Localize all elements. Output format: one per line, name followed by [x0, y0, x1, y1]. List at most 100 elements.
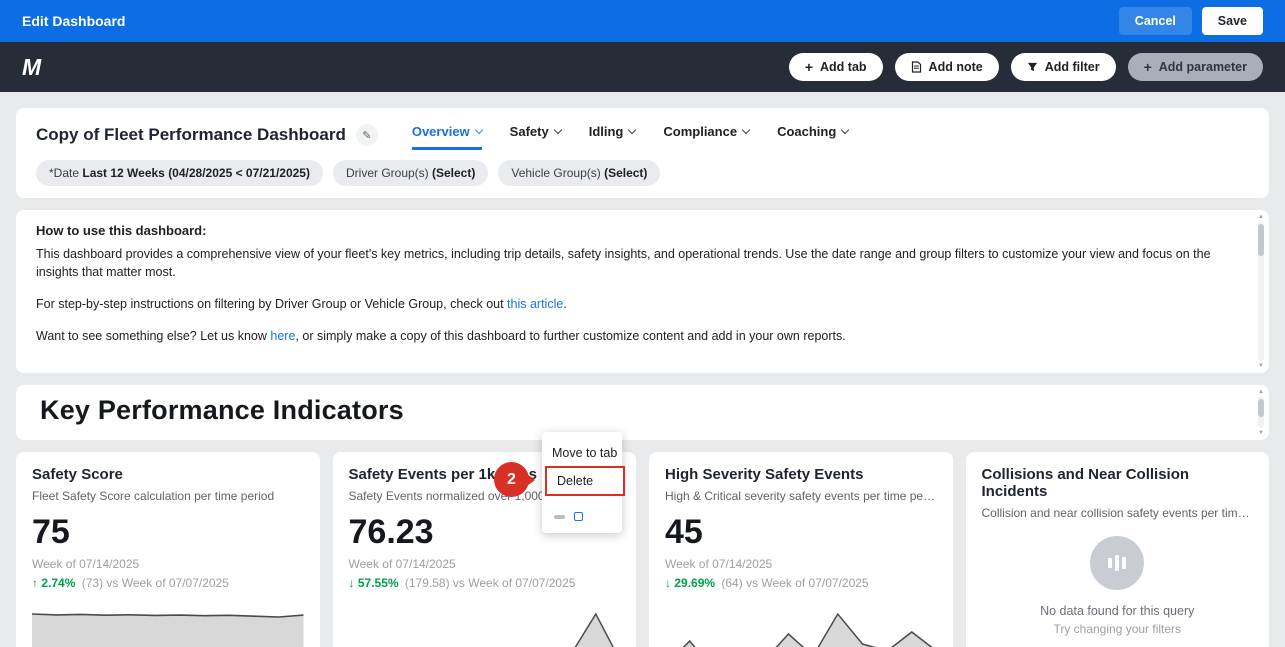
- delta-comparison: (64) vs Week of 07/07/2025: [721, 576, 868, 590]
- note-heading: How to use this dashboard:: [36, 222, 1235, 241]
- scroll-up-icon[interactable]: ▲: [1258, 388, 1264, 396]
- cancel-button[interactable]: Cancel: [1119, 7, 1192, 35]
- this-article-link[interactable]: this article: [507, 297, 563, 311]
- app-bar-actions: + Add tab Add note Add filter + Add para…: [789, 53, 1263, 81]
- add-note-label: Add note: [929, 60, 983, 74]
- high-severity-area-chart: [665, 604, 937, 647]
- filter-value: (Select): [432, 166, 475, 180]
- filter-pill-date[interactable]: *Date Last 12 Weeks (04/28/2025 < 07/21/…: [36, 160, 323, 186]
- dashboard-tabs: Overview Safety Idling Compliance Coachi…: [412, 120, 848, 150]
- trend-up-icon: ↑: [32, 576, 38, 590]
- dashboard-header-card: Copy of Fleet Performance Dashboard ✎ Ov…: [16, 108, 1269, 198]
- kpi-period: Week of 07/14/2025: [665, 557, 937, 571]
- delta-percent: 29.69%: [674, 576, 715, 590]
- note-paragraph: Want to see something else? Let us know …: [36, 327, 1235, 345]
- save-button[interactable]: Save: [1202, 7, 1263, 35]
- filter-pill-driver-group[interactable]: Driver Group(s) (Select): [333, 160, 488, 186]
- safety-events-area-chart: [349, 604, 621, 647]
- add-tab-label: Add tab: [820, 60, 867, 74]
- edit-actions: Cancel Save: [1119, 7, 1263, 35]
- kpi-subtitle: Collision and near collision safety even…: [982, 506, 1254, 520]
- delta-percent: 2.74%: [41, 576, 75, 590]
- tab-coaching[interactable]: Coaching: [777, 120, 848, 150]
- tab-idling[interactable]: Idling: [589, 120, 636, 150]
- delta-comparison: (179.58) vs Week of 07/07/2025: [405, 576, 576, 590]
- kpi-delta: ↑ 2.74% (73) vs Week of 07/07/2025: [32, 576, 304, 590]
- chevron-down-icon: [742, 126, 750, 134]
- scrollbar-track[interactable]: [1258, 222, 1264, 361]
- kpi-period: Week of 07/14/2025: [349, 557, 621, 571]
- note-paragraph: For step-by-step instructions on filteri…: [36, 295, 1235, 313]
- note-icon: [911, 61, 922, 73]
- minus-icon[interactable]: [554, 515, 565, 519]
- filter-pills: *Date Last 12 Weeks (04/28/2025 < 07/21/…: [36, 160, 1249, 186]
- scroll-up-icon[interactable]: ▲: [1258, 213, 1264, 221]
- note-scrollbar[interactable]: ▲ ▼: [1256, 213, 1266, 370]
- bar-chart-icon: [1090, 536, 1144, 590]
- note-text: .: [563, 297, 566, 311]
- scrollbar-thumb[interactable]: [1258, 399, 1264, 417]
- tab-overview[interactable]: Overview: [412, 120, 482, 150]
- app-bar: M + Add tab Add note Add filter + Add pa…: [0, 42, 1285, 92]
- kpi-delta: ↓ 29.69% (64) vs Week of 07/07/2025: [665, 576, 937, 590]
- scroll-down-icon[interactable]: ▼: [1258, 362, 1264, 370]
- chevron-down-icon: [474, 126, 482, 134]
- kpi-value: 75: [32, 515, 304, 549]
- filter-prefix: Vehicle Group(s): [511, 166, 604, 180]
- add-tab-button[interactable]: + Add tab: [789, 53, 883, 81]
- delta-comparison: (73) vs Week of 07/07/2025: [82, 576, 229, 590]
- no-data-message: No data found for this query: [982, 604, 1254, 618]
- dashboard-content: Copy of Fleet Performance Dashboard ✎ Ov…: [0, 92, 1285, 647]
- tab-safety[interactable]: Safety: [510, 120, 561, 150]
- edit-dashboard-title: Edit Dashboard: [22, 13, 125, 29]
- add-filter-label: Add filter: [1045, 60, 1100, 74]
- filter-prefix: *Date: [49, 166, 82, 180]
- kpi-delta: ↓ 57.55% (179.58) vs Week of 07/07/2025: [349, 576, 621, 590]
- motive-logo: M: [22, 54, 40, 81]
- filter-value: Last 12 Weeks (04/28/2025 < 07/21/2025): [82, 166, 310, 180]
- kpi-subtitle: Fleet Safety Score calculation per time …: [32, 489, 304, 503]
- delta-percent: 57.55%: [358, 576, 399, 590]
- filter-value: (Select): [604, 166, 647, 180]
- edit-toolbar: Edit Dashboard Cancel Save: [0, 0, 1285, 42]
- tab-label: Safety: [510, 124, 549, 139]
- title-row: Copy of Fleet Performance Dashboard ✎ Ov…: [36, 120, 1249, 150]
- no-data-hint: Try changing your filters: [982, 622, 1254, 636]
- here-link[interactable]: here: [270, 329, 295, 343]
- kpi-subtitle: High & Critical severity safety events p…: [665, 489, 937, 503]
- scrollbar-track[interactable]: [1258, 397, 1264, 428]
- filter-prefix: Driver Group(s): [346, 166, 432, 180]
- annotation-highlight-box: Delete: [545, 466, 625, 496]
- screen: Edit Dashboard Cancel Save M + Add tab A…: [0, 0, 1285, 647]
- kpi-period: Week of 07/14/2025: [32, 557, 304, 571]
- kpi-title: Safety Score: [32, 466, 304, 483]
- menu-footer: [542, 512, 622, 521]
- scroll-down-icon[interactable]: ▼: [1258, 429, 1264, 437]
- funnel-icon: [1027, 62, 1038, 73]
- checkbox-icon[interactable]: [574, 512, 583, 521]
- section-scrollbar[interactable]: ▲ ▼: [1256, 388, 1266, 437]
- no-data-state: No data found for this query Try changin…: [982, 536, 1254, 636]
- note-card: How to use this dashboard: This dashboar…: [16, 210, 1269, 373]
- edit-title-pencil-icon[interactable]: ✎: [356, 124, 378, 146]
- step-number: 2: [507, 471, 516, 489]
- note-text: For step-by-step instructions on filteri…: [36, 297, 507, 311]
- kpi-card-safety-score: Safety Score Fleet Safety Score calculat…: [16, 452, 320, 647]
- dashboard-title: Copy of Fleet Performance Dashboard: [36, 125, 346, 145]
- kpi-title: High Severity Safety Events: [665, 466, 937, 483]
- plus-icon: +: [805, 62, 813, 72]
- add-filter-button[interactable]: Add filter: [1011, 53, 1116, 81]
- note-text: Want to see something else? Let us know: [36, 329, 270, 343]
- add-parameter-button[interactable]: + Add parameter: [1128, 53, 1263, 81]
- trend-down-icon: ↓: [665, 576, 671, 590]
- menu-item-delete[interactable]: Delete: [547, 468, 623, 494]
- menu-item-move-to-tab[interactable]: Move to tab: [542, 440, 622, 466]
- add-note-button[interactable]: Add note: [895, 53, 999, 81]
- scrollbar-thumb[interactable]: [1258, 224, 1264, 256]
- note-paragraph: This dashboard provides a comprehensive …: [36, 245, 1235, 281]
- tab-compliance[interactable]: Compliance: [663, 120, 749, 150]
- chevron-down-icon: [841, 126, 849, 134]
- filter-pill-vehicle-group[interactable]: Vehicle Group(s) (Select): [498, 160, 660, 186]
- note-text: , or simply make a copy of this dashboar…: [295, 329, 845, 343]
- add-parameter-label: Add parameter: [1159, 60, 1247, 74]
